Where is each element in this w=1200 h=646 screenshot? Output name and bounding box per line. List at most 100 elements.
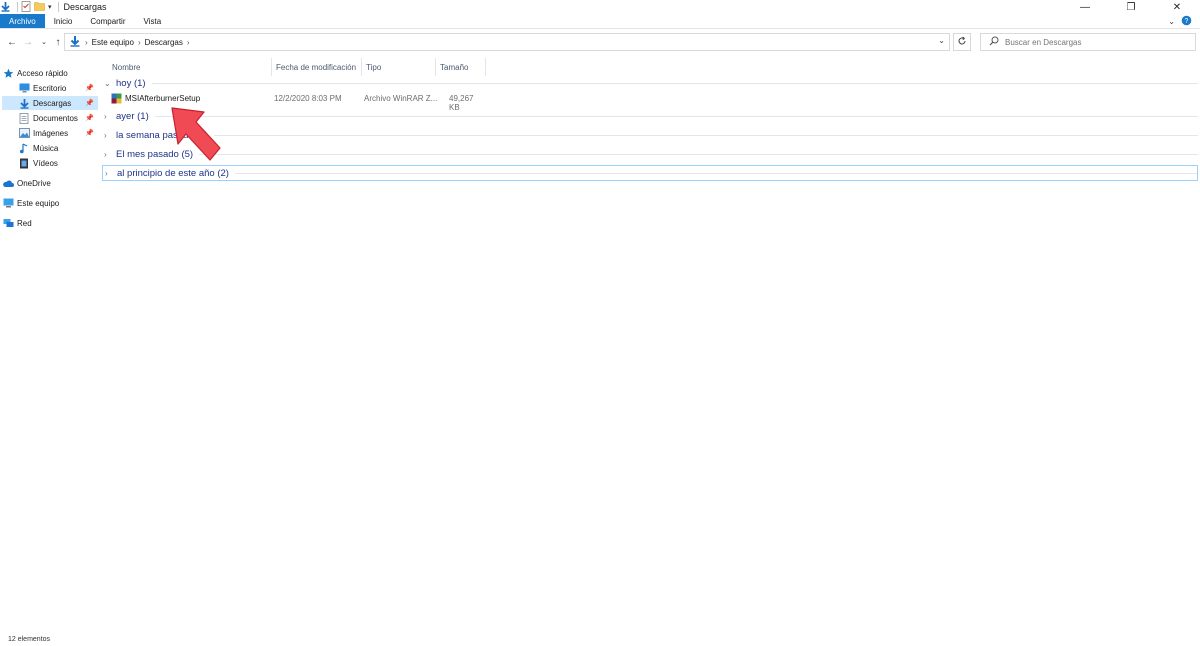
nav-videos[interactable]: Vídeos xyxy=(2,156,98,170)
network-icon xyxy=(2,217,14,229)
nav-label: Este equipo xyxy=(17,198,60,208)
chevron-down-icon: ⌄ xyxy=(41,39,47,46)
customize-toolbar-icon[interactable]: ▾ xyxy=(48,3,52,11)
breadcrumb-descargas[interactable]: Descargas xyxy=(145,38,183,47)
nav-descargas[interactable]: Descargas 📌 xyxy=(2,96,98,110)
help-icon[interactable]: ? xyxy=(1181,15,1192,28)
chevron-down-icon[interactable]: ⌄ xyxy=(104,79,114,88)
address-dropdown-icon[interactable]: ⌄ xyxy=(938,36,945,45)
nav-este-equipo[interactable]: Este equipo xyxy=(2,196,98,210)
nav-label: Red xyxy=(17,218,32,228)
nav-imagenes[interactable]: Imágenes 📌 xyxy=(2,126,98,140)
breadcrumb-chevron[interactable]: › xyxy=(138,38,141,47)
toolbar-separator xyxy=(57,2,59,12)
chevron-right-icon[interactable]: › xyxy=(104,131,114,140)
nav-acceso-rapido[interactable]: Acceso rápido xyxy=(2,66,98,80)
group-header-semana-pasada[interactable]: › la semana pasada (1) xyxy=(102,127,1198,143)
svg-text:?: ? xyxy=(1185,18,1189,25)
nav-label: Vídeos xyxy=(33,158,58,168)
quick-access-toolbar: ▾ Descargas xyxy=(0,0,110,14)
group-divider xyxy=(213,134,1198,136)
file-name: MSIAfterburnerSetup xyxy=(125,94,201,103)
title-bar: ▾ Descargas — ❐ ✕ xyxy=(0,0,1200,14)
search-box[interactable] xyxy=(980,33,1196,51)
red-pointer-arrow-icon xyxy=(171,107,221,161)
address-row: ← → ⌄ ↑ › Este equipo › Descargas › ⌄ xyxy=(0,31,1200,53)
cloud-icon xyxy=(2,177,14,189)
refresh-button[interactable] xyxy=(953,33,971,51)
restore-button[interactable]: ❐ xyxy=(1108,0,1154,14)
status-bar: 12 elementos xyxy=(0,636,1200,646)
breadcrumb-este-equipo[interactable]: Este equipo xyxy=(92,38,134,47)
column-header-tamano[interactable]: Tamaño xyxy=(436,58,486,76)
download-icon xyxy=(69,35,81,49)
computer-icon xyxy=(2,197,14,209)
group-header-mes-pasado[interactable]: › El mes pasado (5) xyxy=(102,146,1198,162)
arrow-left-icon: ← xyxy=(7,36,17,48)
column-header-nombre[interactable]: Nombre xyxy=(108,58,272,76)
address-bar[interactable]: › Este equipo › Descargas › ⌄ xyxy=(64,33,950,51)
toolbar-separator xyxy=(17,2,18,12)
tab-compartir[interactable]: Compartir xyxy=(81,14,134,28)
music-icon xyxy=(18,142,30,154)
column-header-tipo[interactable]: Tipo xyxy=(362,58,436,76)
restore-icon: ❐ xyxy=(1126,1,1136,13)
column-header-fecha[interactable]: Fecha de modificación xyxy=(272,58,362,76)
pin-icon[interactable]: 📌 xyxy=(85,129,94,137)
back-button[interactable]: ← xyxy=(6,35,18,49)
new-folder-icon[interactable] xyxy=(34,1,45,13)
group-label: hoy (1) xyxy=(116,77,146,89)
nav-musica[interactable]: Música xyxy=(2,141,98,155)
pin-icon[interactable]: 📌 xyxy=(85,114,94,122)
download-icon xyxy=(18,97,30,109)
minimize-icon: — xyxy=(1080,1,1090,13)
arrow-right-icon: → xyxy=(23,36,33,48)
documents-icon xyxy=(18,112,30,124)
star-icon xyxy=(2,67,14,79)
group-divider xyxy=(199,153,1198,155)
nav-label: Música xyxy=(33,143,59,153)
group-label: al principio de este año (2) xyxy=(117,167,229,179)
pin-icon[interactable]: 📌 xyxy=(85,84,94,92)
file-list: Nombre Fecha de modificación Tipo Tamaño… xyxy=(100,54,1200,630)
group-divider xyxy=(234,172,1197,174)
search-input[interactable] xyxy=(1005,37,1185,47)
chevron-right-icon[interactable]: › xyxy=(104,150,114,159)
group-divider xyxy=(154,115,1198,117)
minimize-button[interactable]: — xyxy=(1062,0,1108,14)
close-button[interactable]: ✕ xyxy=(1154,0,1200,14)
group-header-ayer[interactable]: › ayer (1) xyxy=(102,108,1198,124)
file-date: 12/2/2020 8:03 PM xyxy=(274,94,342,103)
item-count: 12 elementos xyxy=(8,636,51,643)
tab-inicio[interactable]: Inicio xyxy=(45,14,82,28)
nav-escritorio[interactable]: Escritorio 📌 xyxy=(2,81,98,95)
winrar-archive-icon xyxy=(111,93,122,106)
expand-ribbon-icon[interactable]: ⌄ xyxy=(1168,17,1175,26)
search-icon xyxy=(989,36,999,48)
pin-icon[interactable]: 📌 xyxy=(85,99,94,107)
tab-archivo[interactable]: Archivo xyxy=(0,14,45,28)
group-divider xyxy=(151,82,1198,84)
nav-label: Imágenes xyxy=(33,128,69,138)
chevron-right-icon[interactable]: › xyxy=(105,169,115,178)
recent-locations-button[interactable]: ⌄ xyxy=(38,35,50,49)
nav-onedrive[interactable]: OneDrive xyxy=(2,176,98,190)
breadcrumb-chevron[interactable]: › xyxy=(85,38,88,47)
forward-button[interactable]: → xyxy=(22,35,34,49)
nav-label: Acceso rápido xyxy=(17,68,68,78)
window-controls: — ❐ ✕ xyxy=(1062,0,1200,14)
tab-vista[interactable]: Vista xyxy=(135,14,171,28)
group-header-hoy[interactable]: ⌄ hoy (1) xyxy=(102,75,1198,91)
properties-icon[interactable] xyxy=(21,0,31,14)
pictures-icon xyxy=(18,127,30,139)
nav-red[interactable]: Red xyxy=(2,216,98,230)
group-header-principio-ano[interactable]: › al principio de este año (2) xyxy=(102,165,1198,181)
nav-documentos[interactable]: Documentos 📌 xyxy=(2,111,98,125)
up-button[interactable]: ↑ xyxy=(52,35,64,49)
chevron-right-icon[interactable]: › xyxy=(104,112,114,121)
nav-label: Documentos xyxy=(33,113,78,123)
close-icon: ✕ xyxy=(1172,1,1182,13)
breadcrumb-chevron[interactable]: › xyxy=(187,38,190,47)
file-row[interactable]: MSIAfterburnerSetup 12/2/2020 8:03 PM Ar… xyxy=(108,92,480,112)
nav-label: Descargas xyxy=(33,98,72,108)
